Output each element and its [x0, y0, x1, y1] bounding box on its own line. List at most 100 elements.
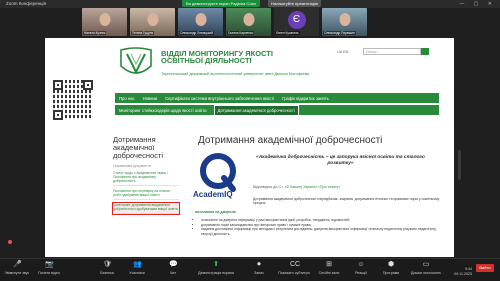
participant-name: Наталя Кузнєк — [83, 31, 107, 35]
whiteboard-icon: ▭ — [422, 261, 430, 268]
share-options-button[interactable]: Налаштуйте презентацію — [268, 0, 322, 7]
sidebar-title: Дотримання академічної доброчесності — [113, 135, 164, 160]
toolbar-label: Безпека — [100, 271, 114, 275]
apps-button[interactable]: ⬢ Програми — [376, 261, 406, 279]
law-prefix: Відповідно до — [253, 185, 279, 189]
mute-button[interactable]: 🎤 Увімкнути звук — [2, 261, 32, 279]
toolbar-label: Демонстрація екрана — [198, 271, 234, 275]
participants-icon: 👥 — [133, 261, 142, 268]
language-switch[interactable]: UA EN — [337, 50, 348, 54]
reactions-icon: ☺ — [357, 261, 365, 268]
toolbar-label: Увімкнути звук — [4, 271, 30, 275]
participant-avatar: Є — [287, 11, 306, 29]
integrity-quote: «Академічна доброчесність – це запорука … — [256, 155, 425, 166]
qr-finder — [83, 80, 93, 90]
participant-tile[interactable]: Олександр Пєрешин — [322, 8, 367, 36]
whiteboards-button[interactable]: ▭ Дошки оголошень — [408, 261, 444, 279]
chat-button[interactable]: 💬 Чат — [158, 261, 188, 279]
qr-code — [53, 80, 93, 120]
toolbar-label: Почати відео — [38, 271, 60, 275]
nav-item-about[interactable]: Про нас — [119, 96, 135, 101]
nav-item-integrity[interactable]: Дотримання академічної доброчесності — [213, 104, 299, 116]
participant-video — [99, 13, 110, 26]
list-heading: посилання на джерела — [195, 210, 236, 214]
toolbar-label: Дошки оголошень — [411, 271, 441, 275]
toolbar-label: Програми — [382, 271, 400, 275]
nav-item-schedule[interactable]: Графік відкритих занять — [282, 96, 329, 101]
participant-strip: Наталя Кузнєк Тетяна Гуцуля Олександр Ле… — [82, 8, 367, 36]
participant-tile[interactable]: Тетяна Гуцуля — [130, 8, 175, 36]
captions-button[interactable]: CC Показати субтитри — [276, 261, 312, 279]
record-icon: ⏺ — [257, 261, 261, 268]
participant-name: Олександр Левицький — [179, 31, 214, 35]
participants-button[interactable]: 👥 Учасники — [122, 261, 152, 279]
page-sidebar: Дотримання академічної доброчесності Нор… — [112, 135, 180, 246]
record-button[interactable]: ⏺ Запис — [244, 261, 274, 279]
toolbar-label: Чат — [170, 271, 176, 275]
participant-tile[interactable]: Галина Карпенко — [226, 8, 271, 36]
zoom-slider[interactable] — [458, 150, 461, 180]
participant-video — [339, 13, 350, 26]
window-title: Zoom Конференція — [6, 1, 47, 6]
window-controls[interactable]: — ▢ ✕ — [459, 0, 496, 8]
participant-video — [243, 13, 254, 26]
participant-video — [147, 13, 158, 26]
sidebar-link[interactable]: Положення про перевірку на плагіат робіт… — [113, 189, 179, 200]
participant-name: Галина Карпенко — [227, 31, 255, 35]
page-title: Дотримання академічної доброчесності — [198, 135, 383, 146]
zoom-window: Zoom Конференція Ви демонструєте екран Р… — [0, 0, 500, 281]
toolbar-label: Учасники — [129, 271, 145, 275]
breakout-rooms-button[interactable]: ⊞ Сесійні зали — [314, 261, 344, 279]
participant-name: Тетяна Гуцуля — [131, 31, 155, 35]
secondary-nav: Моніторинг стейкхолдерів щодо якості осв… — [115, 104, 439, 116]
participant-tile[interactable]: Олександр Левицький — [178, 8, 223, 36]
share-icon: ⬆ — [213, 261, 219, 268]
academiq-wordmark: AcademIQ — [193, 190, 233, 199]
participant-video — [195, 13, 206, 26]
org-subtitle: Тернопільський державний агротехнологічн… — [161, 72, 310, 76]
meeting-toolbar: 🎤 Увімкнути звук 📷 Почати відео 🛡 Безпека 👥… — [0, 258, 500, 281]
title-bar: Zoom Конференція Ви демонструєте екран Р… — [0, 0, 500, 8]
sidebar-heading: Нормативні документи — [113, 164, 151, 168]
participant-name: Євген Кушпиль — [275, 31, 300, 35]
mic-icon: 🎤 — [13, 261, 22, 268]
rooms-icon: ⊞ — [326, 261, 332, 268]
participant-tile[interactable]: Є Євген Кушпиль — [274, 8, 319, 36]
system-clock: 9:44 09.11.2023 — [454, 267, 472, 276]
security-icon: 🛡 — [103, 261, 112, 268]
participant-tile[interactable]: Наталя Кузнєк — [82, 8, 127, 36]
apps-icon: ⬢ — [387, 261, 395, 268]
qr-finder — [53, 80, 63, 90]
reactions-button[interactable]: ☺ Реакції — [346, 261, 376, 279]
shared-screen: ВІДДІЛ МОНІТОРИНГУ ЯКОСТІ ОСВІТНЬОЇ ДІЯЛ… — [45, 38, 454, 257]
mic-indicator — [8, 240, 12, 244]
sidebar-link-highlighted[interactable]: Моніторинг дотримання академічної доброч… — [112, 202, 180, 215]
chat-icon: 💬 — [169, 261, 178, 268]
sidebar-link[interactable]: Статут щодо з Академічних звань / Положе… — [113, 171, 179, 186]
toolbar-label: Сесійні зали — [318, 271, 340, 275]
law-reference: Відповідно до Ст. 42 Закону України «Про… — [253, 185, 340, 189]
intro-paragraph: Дотримання академічної доброчесності пер… — [253, 197, 440, 206]
integrity-list: посилання на джерела інформації у разі в… — [201, 218, 441, 236]
video-button[interactable]: 📷 Почати відео — [34, 261, 64, 279]
org-title: ВІДДІЛ МОНІТОРИНГУ ЯКОСТІ ОСВІТНЬОЇ ДІЯЛ… — [161, 49, 273, 65]
sharing-banner: Ви демонструєте екран Радіона Сохи — [182, 0, 260, 7]
qr-finder — [53, 110, 63, 120]
law-link[interactable]: Ст. 42 Закону України «Про освіту» — [278, 185, 340, 189]
toolbar-label: Запис — [254, 271, 264, 275]
share-screen-button[interactable]: ⬆ Демонстрація екрана — [194, 261, 238, 279]
participant-name: Олександр Пєрешин — [323, 31, 356, 35]
nav-item-stakeholders[interactable]: Моніторинг стейкхолдерів щодо якості осв… — [119, 108, 207, 113]
nav-item-certificates[interactable]: Сертифікати системи внутрішнього забезпе… — [165, 96, 274, 101]
leave-meeting-button[interactable]: Вийти — [476, 264, 494, 272]
video-icon: 📷 — [45, 261, 54, 268]
search-input[interactable]: Пошук... — [363, 48, 421, 55]
nav-item-news[interactable]: Новини — [143, 96, 158, 101]
list-item: надання достовірної інформації про метод… — [201, 227, 441, 236]
main-nav: Про нас Новини Сертифікати системи внутр… — [115, 93, 439, 103]
search-button[interactable] — [421, 48, 429, 55]
toolbar-label: Показати субтитри — [278, 271, 310, 275]
toolbar-label: Реакції — [355, 271, 367, 275]
clock-date: 09.11.2023 — [454, 271, 472, 276]
security-button[interactable]: 🛡 Безпека — [92, 261, 122, 279]
